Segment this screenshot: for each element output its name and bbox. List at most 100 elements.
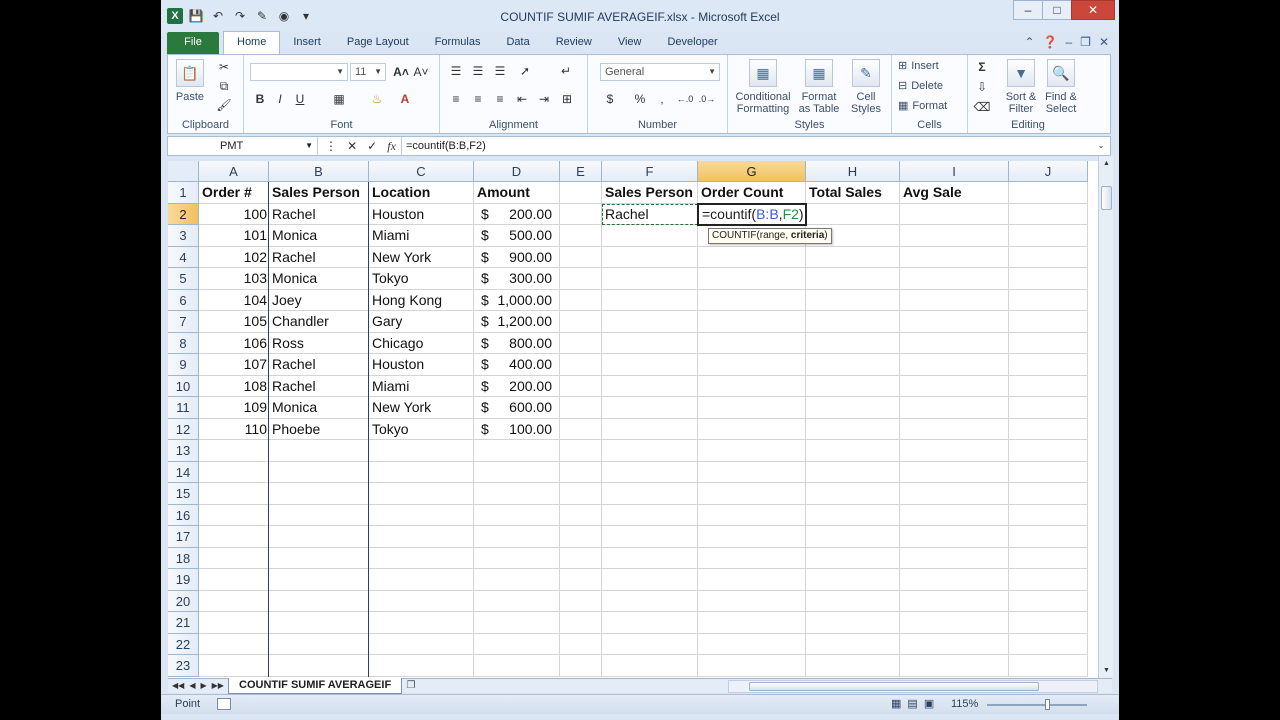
header-cell-f1[interactable]: Sales Person [602, 182, 698, 204]
cell-amount[interactable]: $400.00 [474, 354, 560, 376]
row-header-13[interactable]: 13 [168, 440, 199, 462]
row-header-6[interactable]: 6 [168, 289, 199, 311]
cell-sales-person[interactable]: Monica [269, 397, 369, 419]
column-header-c[interactable]: C [369, 161, 474, 182]
currency-button[interactable]: $ [602, 91, 618, 107]
align-left-icon[interactable]: ≡ [448, 91, 464, 107]
cell-amount[interactable]: $1,000.00 [474, 290, 560, 312]
cell-location[interactable]: New York [369, 247, 474, 269]
cell-sales-person[interactable]: Monica [269, 268, 369, 290]
tab-formulas[interactable]: Formulas [422, 32, 494, 54]
row-header-21[interactable]: 21 [168, 612, 199, 634]
formula-bar-resize-icon[interactable]: ⋮ [325, 139, 337, 153]
select-all-button[interactable] [168, 161, 199, 182]
cancel-icon[interactable]: ✕ [347, 139, 357, 153]
column-header-e[interactable]: E [560, 161, 602, 182]
horizontal-scroll-thumb[interactable] [749, 682, 1039, 691]
orientation-icon[interactable]: ➚ [516, 63, 534, 79]
percent-button[interactable]: % [632, 91, 648, 107]
function-tooltip[interactable]: COUNTIF(range, criteria) [708, 228, 832, 244]
cell-amount[interactable]: $900.00 [474, 247, 560, 269]
row-header-22[interactable]: 22 [168, 633, 199, 655]
cell-sales-person[interactable]: Joey [269, 290, 369, 312]
workbook-restore-icon[interactable]: ❐ [1080, 35, 1091, 49]
maximize-icon[interactable]: □ [1042, 0, 1072, 20]
format-painter-icon[interactable]: 🖌 [216, 97, 232, 113]
column-header-f[interactable]: F [602, 161, 698, 182]
sort-filter-button[interactable]: ▼ Sort & Filter [1002, 59, 1040, 115]
merge-center-icon[interactable]: ⊞ [558, 91, 576, 107]
vertical-scrollbar[interactable]: ▲ ▼ [1098, 156, 1113, 678]
cell-edit-formula[interactable]: =countif(B:B,F2) [699, 205, 805, 225]
tab-developer[interactable]: Developer [654, 32, 730, 54]
sheet-tab[interactable]: COUNTIF SUMIF AVERAGEIF [228, 678, 403, 694]
cell-order-number[interactable]: 110 [199, 419, 269, 441]
tab-data[interactable]: Data [493, 32, 542, 54]
cell-sales-person[interactable]: Chandler [269, 311, 369, 333]
cell-amount[interactable]: $300.00 [474, 268, 560, 290]
header-cell-g1[interactable]: Order Count [698, 182, 806, 204]
page-break-view-icon[interactable]: ▣ [924, 697, 934, 710]
workbook-minimize-icon[interactable]: – [1065, 35, 1072, 49]
decrease-decimal-icon[interactable]: .0→ [698, 91, 716, 107]
row-header-4[interactable]: 4 [168, 246, 199, 268]
page-layout-view-icon[interactable]: ▤ [907, 697, 917, 710]
normal-view-icon[interactable]: ▦ [891, 697, 901, 710]
column-header-j[interactable]: J [1009, 161, 1088, 182]
workbook-close-icon[interactable]: ✕ [1099, 35, 1109, 49]
fill-color-icon[interactable]: ♨ [368, 91, 386, 107]
cell-location[interactable]: Houston [369, 354, 474, 376]
decrease-indent-icon[interactable]: ⇤ [514, 91, 530, 107]
scroll-down-icon[interactable]: ▼ [1100, 664, 1113, 677]
cell-f2-criteria[interactable]: Rachel [602, 204, 698, 226]
cell-amount[interactable]: $200.00 [474, 204, 560, 226]
align-center-icon[interactable]: ≡ [470, 91, 486, 107]
column-header-a[interactable]: A [199, 161, 269, 182]
cell-location[interactable]: Tokyo [369, 419, 474, 441]
cell-location[interactable]: Miami [369, 225, 474, 247]
cell-order-number[interactable]: 107 [199, 354, 269, 376]
cell-order-number[interactable]: 106 [199, 333, 269, 355]
tab-file[interactable]: File [167, 32, 219, 54]
prev-sheet-icon[interactable]: ◀ [189, 679, 195, 693]
column-header-b[interactable]: B [269, 161, 369, 182]
align-middle-icon[interactable]: ☰ [470, 63, 486, 79]
cell-styles-button[interactable]: ✎ Cell Styles [844, 59, 888, 115]
row-header-15[interactable]: 15 [168, 483, 199, 505]
macro-record-icon[interactable] [217, 698, 231, 710]
italic-button[interactable]: I [272, 91, 288, 107]
cell-sales-person[interactable]: Rachel [269, 247, 369, 269]
cell-location[interactable]: Hong Kong [369, 290, 474, 312]
vertical-scroll-thumb[interactable] [1101, 186, 1112, 210]
underline-button[interactable]: U [292, 91, 308, 107]
font-name-combo[interactable]: ▼ [250, 63, 348, 81]
format-cells-button[interactable]: ▦ Format [898, 99, 947, 113]
row-header-1[interactable]: 1 [168, 182, 199, 204]
row-header-19[interactable]: 19 [168, 569, 199, 591]
minimize-ribbon-icon[interactable]: ⌃ [1024, 35, 1034, 49]
row-header-12[interactable]: 12 [168, 418, 199, 440]
tab-page-layout[interactable]: Page Layout [334, 32, 422, 54]
header-cell-c1[interactable]: Location [369, 182, 474, 204]
row-header-23[interactable]: 23 [168, 655, 199, 677]
last-sheet-icon[interactable]: ▶▶ [212, 679, 224, 693]
cell-order-number[interactable]: 104 [199, 290, 269, 312]
column-header-d[interactable]: D [474, 161, 560, 182]
cell-amount[interactable]: $600.00 [474, 397, 560, 419]
cell-sales-person[interactable]: Rachel [269, 204, 369, 226]
row-header-11[interactable]: 11 [168, 397, 199, 419]
cell-location[interactable]: Houston [369, 204, 474, 226]
header-cell-h1[interactable]: Total Sales [806, 182, 900, 204]
row-header-18[interactable]: 18 [168, 547, 199, 569]
formula-input[interactable]: =countif(B:B,F2) [406, 137, 486, 155]
first-sheet-icon[interactable]: ◀◀ [172, 679, 184, 693]
increase-indent-icon[interactable]: ⇥ [536, 91, 552, 107]
close-icon[interactable]: ✕ [1071, 0, 1115, 20]
copy-icon[interactable]: ⧉ [216, 78, 232, 94]
number-format-combo[interactable]: General ▼ [600, 63, 720, 81]
row-header-20[interactable]: 20 [168, 590, 199, 612]
conditional-formatting-button[interactable]: ▦ Conditional Formatting [732, 59, 794, 115]
name-box[interactable]: PMT ▼ [168, 137, 318, 155]
row-header-2[interactable]: 2 [168, 203, 199, 225]
enter-icon[interactable]: ✓ [367, 139, 377, 153]
